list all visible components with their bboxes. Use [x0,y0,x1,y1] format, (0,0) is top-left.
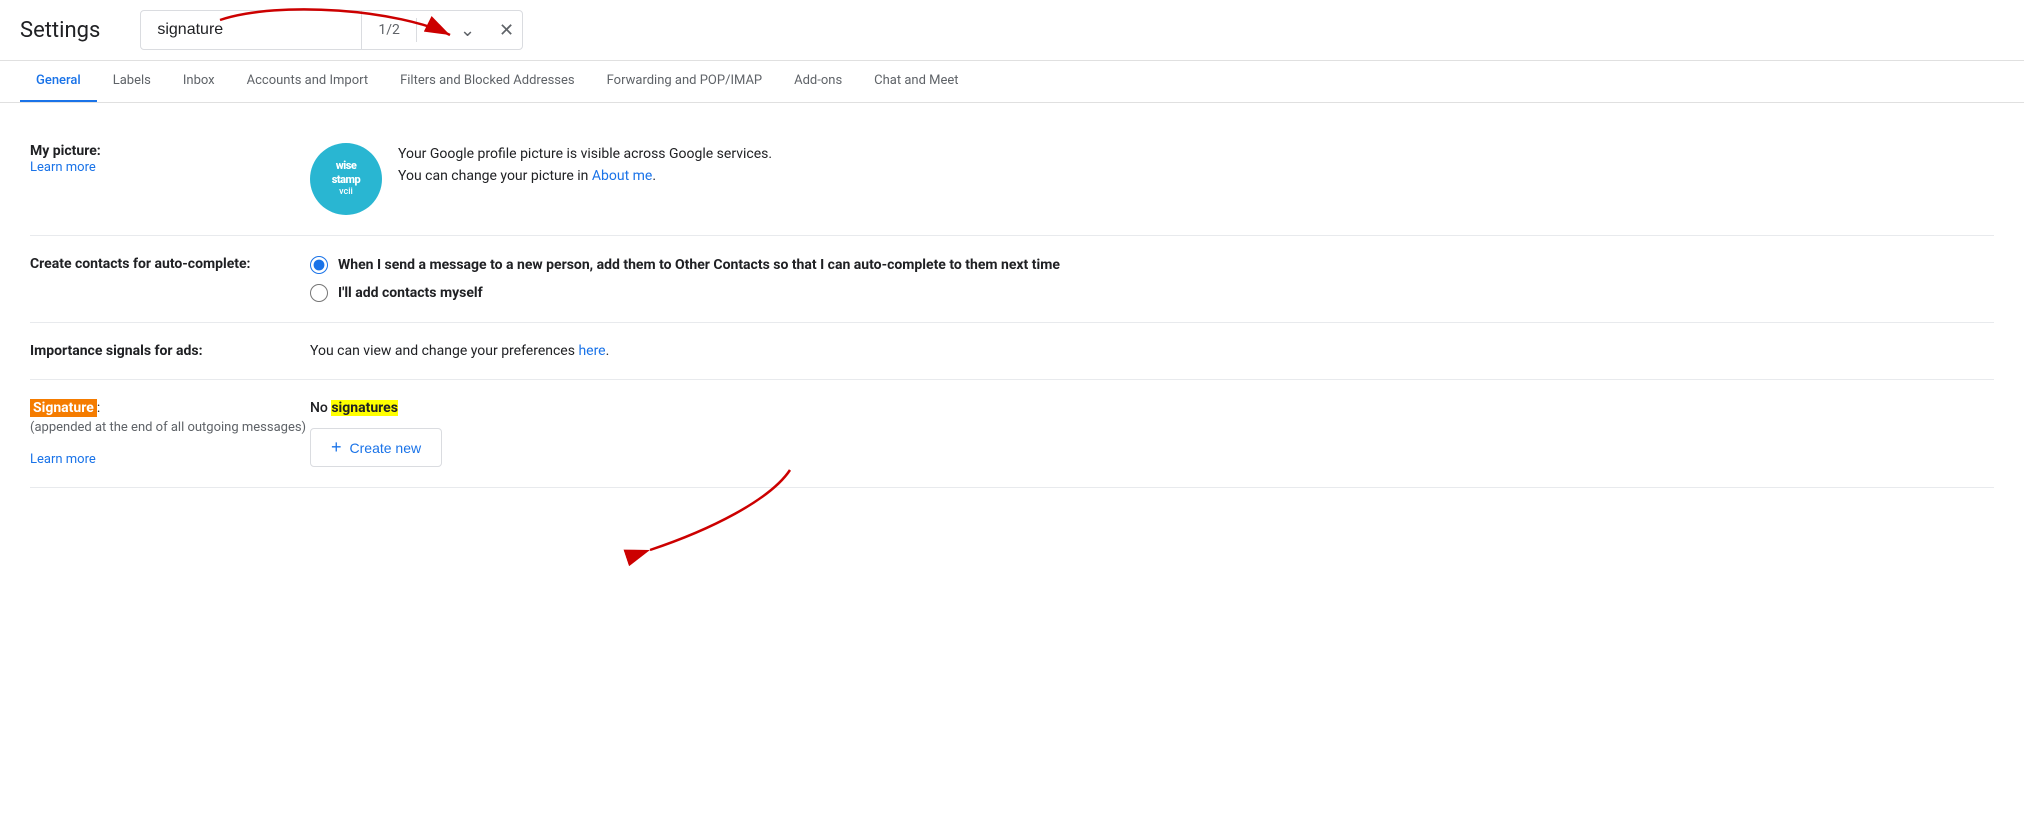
my-picture-label: My picture: Learn more [30,143,310,175]
plus-icon: + [331,437,342,458]
page-title: Settings [20,18,100,43]
tab-filters[interactable]: Filters and Blocked Addresses [384,61,591,103]
create-contacts-value: When I send a message to a new person, a… [310,256,1994,302]
my-picture-value: wise stamp vcii Your Google profile pict… [310,143,1994,215]
importance-signals-label: Importance signals for ads: [30,343,310,359]
tabs-container: General Labels Inbox Accounts and Import… [0,61,2024,103]
avatar[interactable]: wise stamp vcii [310,143,382,215]
tab-general[interactable]: General [20,61,97,103]
search-bar[interactable]: 1/2 ⌃ ⌄ ✕ [140,10,523,50]
signature-learn-more[interactable]: Learn more [30,452,96,467]
about-me-link[interactable]: About me [592,168,652,184]
signature-value: No signatures + Create new [310,400,1994,467]
tab-forwarding[interactable]: Forwarding and POP/IMAP [591,61,779,103]
radio-manual-label: I'll add contacts myself [338,285,483,301]
avatar-text-stamp: stamp [332,173,360,187]
search-close-button[interactable]: ✕ [491,14,522,47]
settings-page: Settings 1/2 ⌃ ⌄ ✕ General Labels Inbo [0,0,2024,508]
create-contacts-label: Create contacts for auto-complete: [30,256,310,272]
my-picture-learn-more[interactable]: Learn more [30,160,96,175]
create-new-label: Create new [350,440,422,456]
importance-signals-row: Importance signals for ads: You can view… [30,323,1994,380]
importance-signals-text: You can view and change your preferences… [310,343,609,359]
signatures-highlighted: signatures [331,400,398,416]
search-input[interactable] [141,21,361,39]
profile-info: Your Google profile picture is visible a… [398,143,772,188]
tab-inbox[interactable]: Inbox [167,61,231,103]
settings-content: My picture: Learn more wise stamp vcii Y… [0,103,2024,508]
signature-label-wrap: Signature: (appended at the end of all o… [30,400,310,467]
signature-sub-label: (appended at the end of all outgoing mes… [30,420,310,435]
radio-item-manual[interactable]: I'll add contacts myself [310,284,1060,302]
radio-auto-label: When I send a message to a new person, a… [338,257,1060,273]
no-signatures-section: No signatures + Create new [310,400,442,467]
arrow-annotation-bottom [590,460,810,580]
radio-item-auto[interactable]: When I send a message to a new person, a… [310,256,1060,274]
header: Settings 1/2 ⌃ ⌄ ✕ [0,0,2024,61]
no-signatures-text: No signatures [310,400,398,416]
create-contacts-row: Create contacts for auto-complete: When … [30,236,1994,323]
tab-accounts[interactable]: Accounts and Import [231,61,384,103]
search-count: 1/2 [362,22,416,38]
importance-signals-value: You can view and change your preferences… [310,343,1994,359]
profile-section: wise stamp vcii Your Google profile pict… [310,143,772,215]
signature-label-highlight: Signature [30,399,97,417]
radio-group-contacts: When I send a message to a new person, a… [310,256,1060,302]
create-new-button[interactable]: + Create new [310,428,442,467]
tab-chat[interactable]: Chat and Meet [858,61,974,103]
avatar-text-vcii: vcii [339,187,353,199]
search-next-button[interactable]: ⌄ [452,14,483,47]
avatar-text-wise: wise [336,159,357,173]
radio-auto[interactable] [310,256,328,274]
signature-row: Signature: (appended at the end of all o… [30,380,1994,488]
search-prev-button[interactable]: ⌃ [421,14,452,47]
tab-labels[interactable]: Labels [97,61,167,103]
my-picture-row: My picture: Learn more wise stamp vcii Y… [30,123,1994,236]
radio-manual[interactable] [310,284,328,302]
search-navigation: ⌃ ⌄ [417,14,487,47]
tab-addons[interactable]: Add-ons [778,61,858,103]
importance-here-link[interactable]: here [578,343,605,359]
